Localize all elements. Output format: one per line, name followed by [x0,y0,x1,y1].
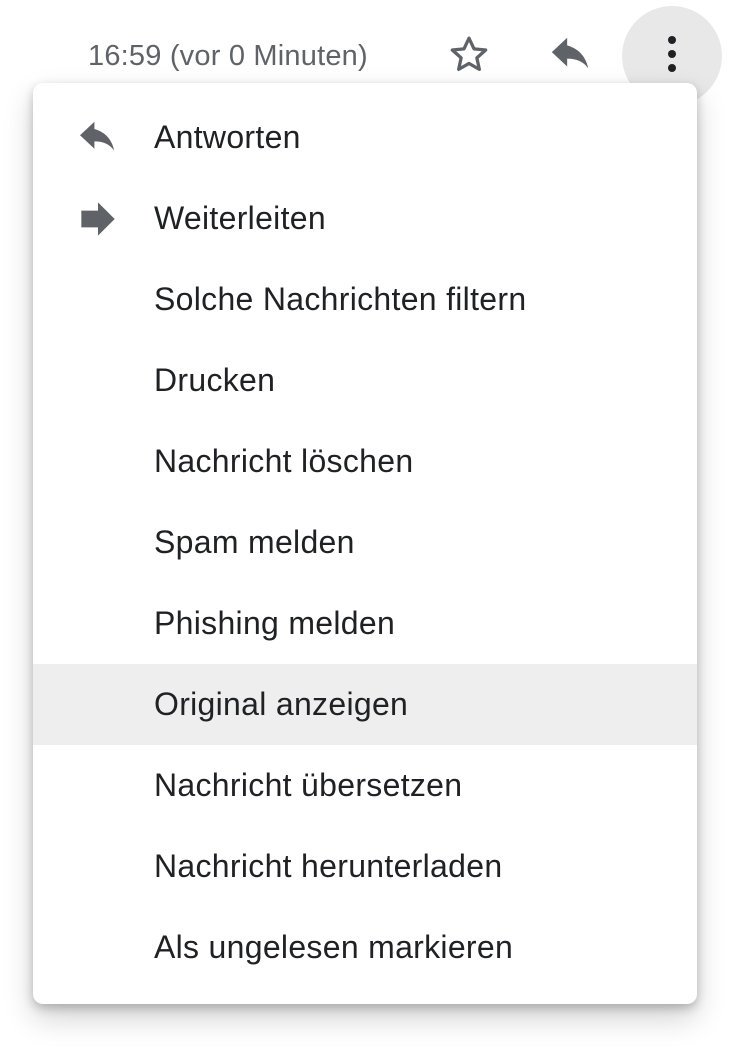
forward-icon [75,199,121,239]
menu-item-show-original[interactable]: Original anzeigen [33,664,697,745]
menu-item-label: Weiterleiten [154,200,326,236]
menu-item-label: Phishing melden [154,605,396,641]
menu-item-label: Solche Nachrichten filtern [154,281,527,317]
more-vertical-icon [666,34,678,79]
menu-item-forward[interactable]: Weiterleiten [33,178,697,259]
menu-item-label: Drucken [154,362,276,398]
reply-button[interactable] [540,28,602,86]
star-outline-icon [446,32,492,83]
menu-item-download[interactable]: Nachricht herunterladen [33,826,697,907]
menu-item-print[interactable]: Drucken [33,340,697,421]
menu-item-label: Antworten [154,119,301,155]
reply-icon [548,35,594,80]
menu-item-reply[interactable]: Antworten [33,97,697,178]
menu-item-translate[interactable]: Nachricht übersetzen [33,745,697,826]
menu-item-label: Nachricht löschen [154,443,414,479]
menu-item-report-phishing[interactable]: Phishing melden [33,583,697,664]
more-options-menu: Antworten Weiterleiten Solche Nachrichte… [33,83,697,1004]
menu-item-label: Spam melden [154,524,355,560]
menu-item-label: Original anzeigen [154,686,409,722]
menu-item-label: Nachricht herunterladen [154,848,503,884]
email-view-area: 16:59 (vor 0 Minuten) Antworten Weiterle… [0,0,736,1058]
message-timestamp: 16:59 (vor 0 Minuten) [88,40,368,72]
menu-item-delete[interactable]: Nachricht löschen [33,421,697,502]
menu-item-mark-unread[interactable]: Als ungelesen markieren [33,907,697,988]
menu-item-filter-messages[interactable]: Solche Nachrichten filtern [33,259,697,340]
star-button[interactable] [440,28,498,86]
menu-item-label: Als ungelesen markieren [154,929,514,965]
reply-icon [75,118,121,158]
menu-item-label: Nachricht übersetzen [154,767,463,803]
menu-item-report-spam[interactable]: Spam melden [33,502,697,583]
